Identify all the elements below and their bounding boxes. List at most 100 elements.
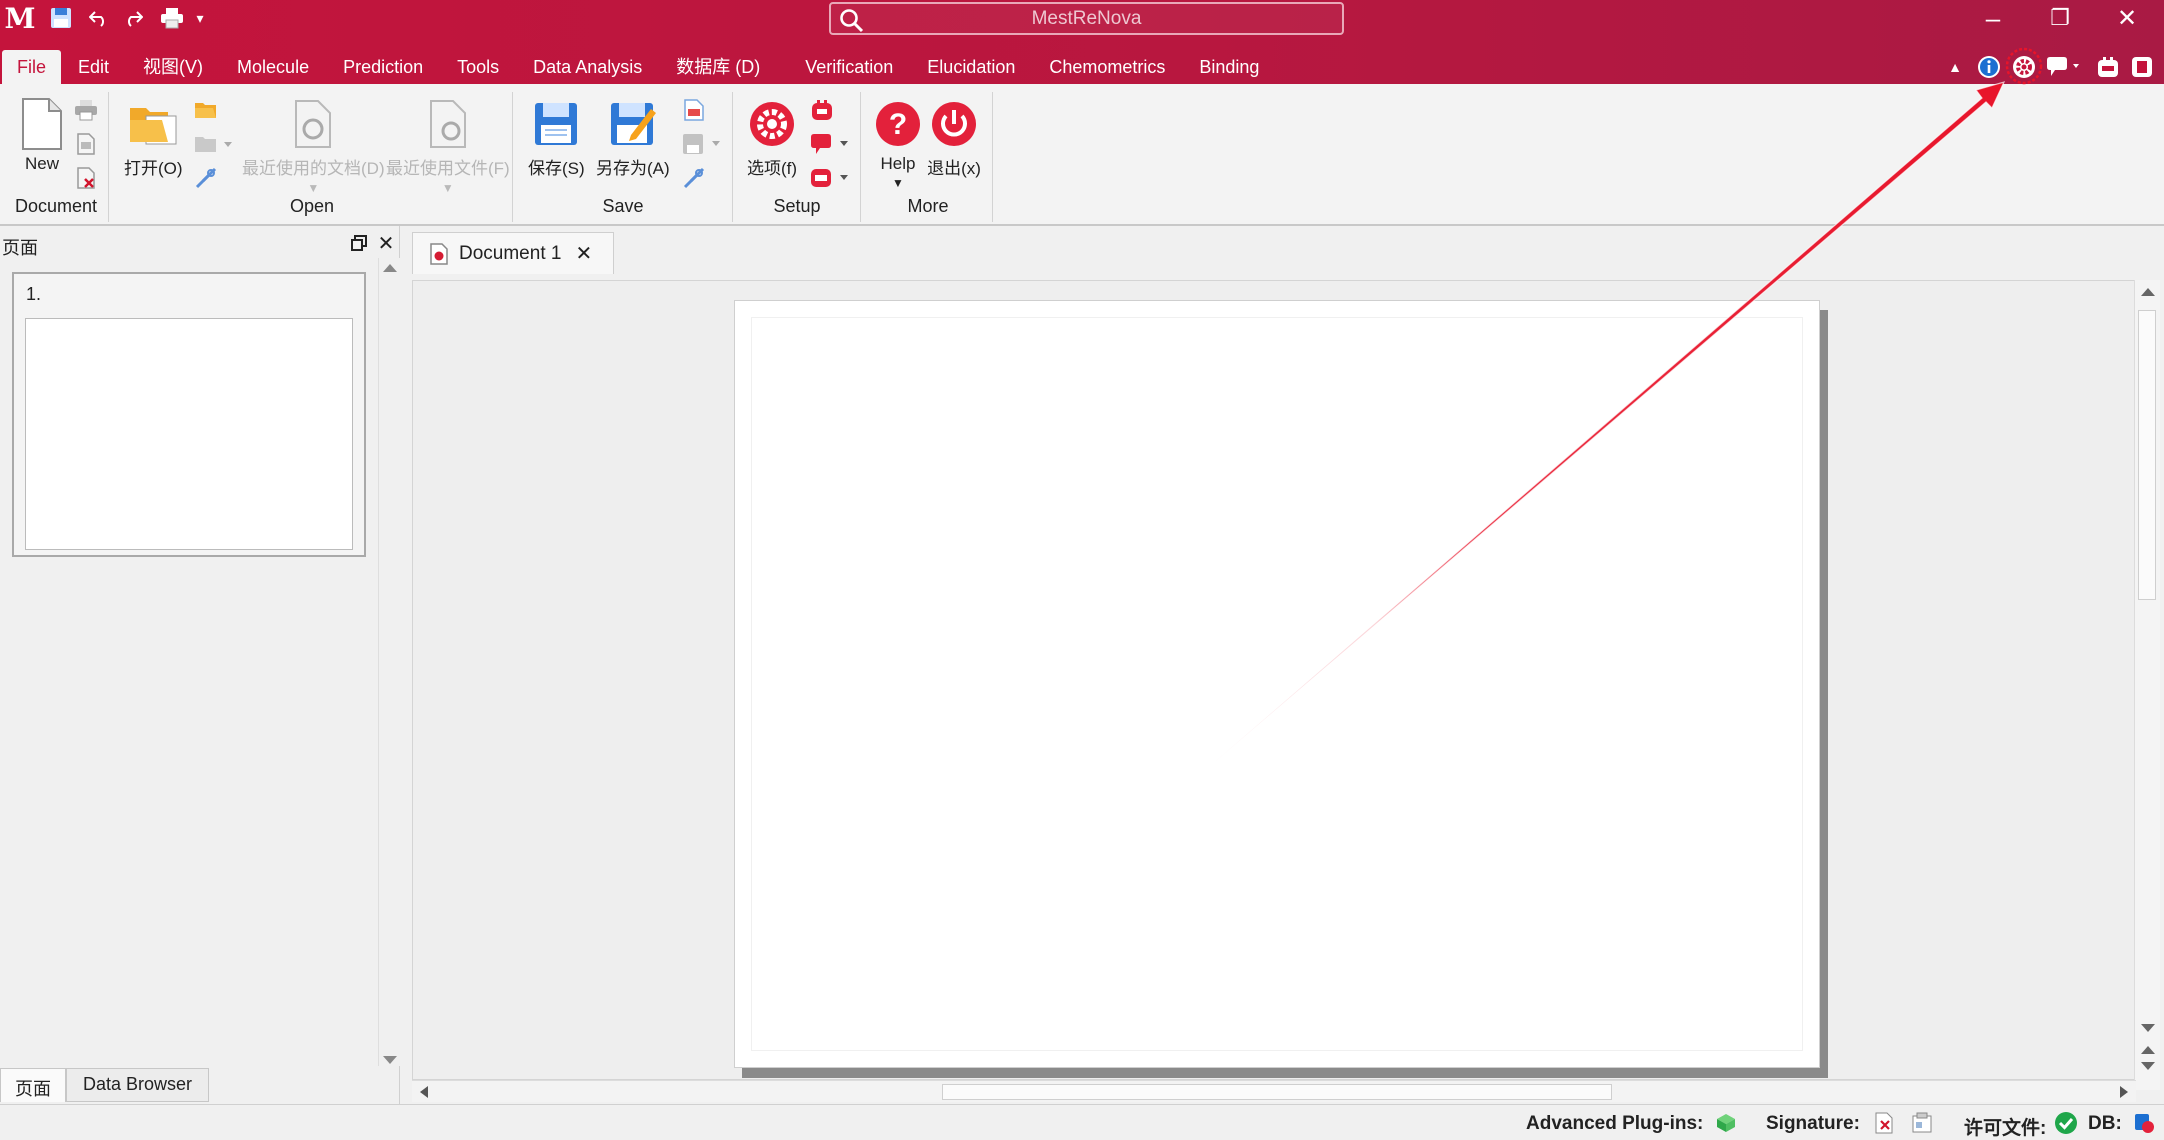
recent-documents-dropdown-icon: ▼ [307, 181, 320, 195]
pages-panel-title: 页面 [2, 238, 38, 258]
tab-document-1[interactable]: Document 1 ✕ [412, 232, 614, 274]
options-button[interactable]: 选项(f) [744, 96, 800, 179]
save-label: 保存(S) [528, 159, 585, 178]
menu-verification[interactable]: Verification [777, 50, 910, 84]
open-folder-icon [125, 96, 181, 152]
page-up-arrow-icon[interactable] [2141, 1046, 2155, 1054]
pages-panel: 页面 ✕ 1. [0, 226, 400, 1106]
menu-edit[interactable]: Edit [61, 50, 126, 84]
search-placeholder: MestReNova [1031, 7, 1142, 29]
scroll-left-arrow-icon[interactable] [420, 1086, 428, 1098]
document-tab-label: Document 1 [459, 242, 562, 264]
open-group-label: Open [289, 196, 335, 216]
exit-button[interactable]: 退出(x) [926, 96, 982, 179]
new-label: New [24, 154, 59, 173]
feedback-icon[interactable] [2043, 52, 2083, 82]
redo-icon[interactable] [118, 0, 148, 36]
canvas-horizontal-scrollbar[interactable] [412, 1080, 2136, 1102]
menu-molecule[interactable]: Molecule [220, 50, 326, 84]
close-tab-icon[interactable]: ✕ [575, 241, 592, 266]
collapse-ribbon-icon[interactable]: ▲ [1940, 52, 1970, 82]
open-folder-small-icon[interactable] [192, 96, 220, 124]
plugins-status-label: Advanced Plug-ins: [1526, 1113, 1704, 1134]
save-options-dropdown-icon[interactable] [680, 130, 724, 158]
ribbon-separator [732, 92, 733, 222]
print-small-icon[interactable] [72, 96, 100, 124]
help-button[interactable]: ? Help ▼ [870, 96, 926, 190]
signature-info-icon[interactable] [1910, 1111, 1934, 1135]
quick-save-icon[interactable] [46, 0, 76, 36]
recent-documents-icon [285, 96, 341, 152]
help-label: Help [880, 154, 916, 173]
exit-label: 退出(x) [927, 159, 981, 178]
menu-view[interactable]: 视图(V) [126, 50, 220, 84]
plugin-small-icon[interactable] [808, 96, 836, 124]
new-document-icon [14, 96, 70, 152]
menu-elucidation[interactable]: Elucidation [910, 50, 1032, 84]
vertical-scroll-thumb[interactable] [2138, 310, 2156, 600]
undock-panel-icon[interactable] [348, 232, 370, 254]
layout-dropdown-icon[interactable] [808, 164, 852, 192]
close-button[interactable]: ✕ [2094, 0, 2160, 36]
recent-documents-label: 最近使用的文档(D) [242, 159, 385, 178]
recent-files-icon [420, 96, 476, 152]
save-as-button[interactable]: 另存为(A) [596, 96, 670, 179]
export-pdf-icon[interactable] [680, 96, 708, 124]
info-icon[interactable] [1974, 52, 2004, 82]
document-page[interactable] [734, 300, 1820, 1068]
menu-file[interactable]: File [2, 50, 62, 84]
menu-prediction[interactable]: Prediction [326, 50, 440, 84]
print-icon[interactable] [156, 0, 188, 36]
license-icon[interactable] [2127, 52, 2157, 82]
plugin-status-icon[interactable] [1714, 1111, 1738, 1135]
page-thumbnail[interactable]: 1. [12, 272, 366, 557]
new-document-button[interactable]: New [14, 96, 70, 174]
plugin-icon[interactable] [2093, 52, 2123, 82]
ribbon-separator [992, 92, 993, 222]
scroll-down-arrow-icon[interactable] [383, 1056, 397, 1064]
menu-data-analysis[interactable]: Data Analysis [516, 50, 659, 84]
page-down-arrow-icon[interactable] [2141, 1062, 2155, 1070]
minimize-button[interactable]: – [1960, 0, 2026, 36]
document-file-icon [430, 242, 448, 265]
close-panel-icon[interactable]: ✕ [375, 232, 397, 255]
save-button[interactable]: 保存(S) [528, 96, 585, 179]
menu-binding[interactable]: Binding [1182, 50, 1276, 84]
customize-toolbar-icon[interactable]: ▾ [190, 0, 210, 36]
tools-small-icon[interactable] [192, 164, 220, 192]
menu-chemometrics[interactable]: Chemometrics [1032, 50, 1182, 84]
search-input[interactable]: MestReNova [829, 2, 1344, 35]
db-status-icon[interactable] [2132, 1111, 2156, 1135]
scroll-up-arrow-icon[interactable] [383, 264, 397, 272]
license-ok-icon[interactable] [2054, 1111, 2078, 1135]
import-dropdown-icon[interactable] [192, 130, 236, 158]
power-icon [926, 96, 982, 152]
pages-scrollbar[interactable] [378, 258, 400, 1066]
recent-documents-button[interactable]: 最近使用的文档(D) ▼ [242, 96, 385, 195]
settings-gear-icon[interactable] [2009, 52, 2039, 82]
menu-database[interactable]: 数据库 (D) [659, 50, 777, 84]
open-button[interactable]: 打开(O) [124, 96, 183, 179]
help-dropdown-icon: ▼ [892, 176, 904, 190]
thumbnail-number: 1. [26, 284, 42, 304]
scroll-up-arrow-icon[interactable] [2141, 288, 2155, 296]
recent-files-dropdown-icon: ▼ [441, 181, 454, 195]
scroll-right-arrow-icon[interactable] [2120, 1086, 2128, 1098]
restore-button[interactable]: ❐ [2027, 0, 2093, 36]
save-tools-icon[interactable] [680, 164, 708, 192]
undo-icon[interactable] [84, 0, 114, 36]
recent-files-button[interactable]: 最近使用文件(F) ▼ [386, 96, 510, 195]
tab-data-browser[interactable]: Data Browser [66, 1068, 210, 1102]
close-document-icon[interactable] [72, 164, 100, 192]
title-bar: M ▾ MestReNova – ❐ ✕ File Edit 视图(V) Mol… [0, 0, 2164, 84]
tab-pages[interactable]: 页面 [0, 1068, 66, 1102]
feedback-dropdown-icon[interactable] [808, 130, 852, 158]
scroll-down-arrow-icon[interactable] [2141, 1024, 2155, 1032]
horizontal-scroll-thumb[interactable] [942, 1084, 1612, 1100]
signature-invalid-icon[interactable] [1872, 1111, 1896, 1135]
menu-tools[interactable]: Tools [440, 50, 516, 84]
save-group-label: Save [602, 196, 644, 216]
ribbon-separator [860, 92, 861, 222]
canvas-vertical-scrollbar[interactable] [2134, 280, 2160, 1090]
print-preview-icon[interactable] [72, 130, 100, 158]
